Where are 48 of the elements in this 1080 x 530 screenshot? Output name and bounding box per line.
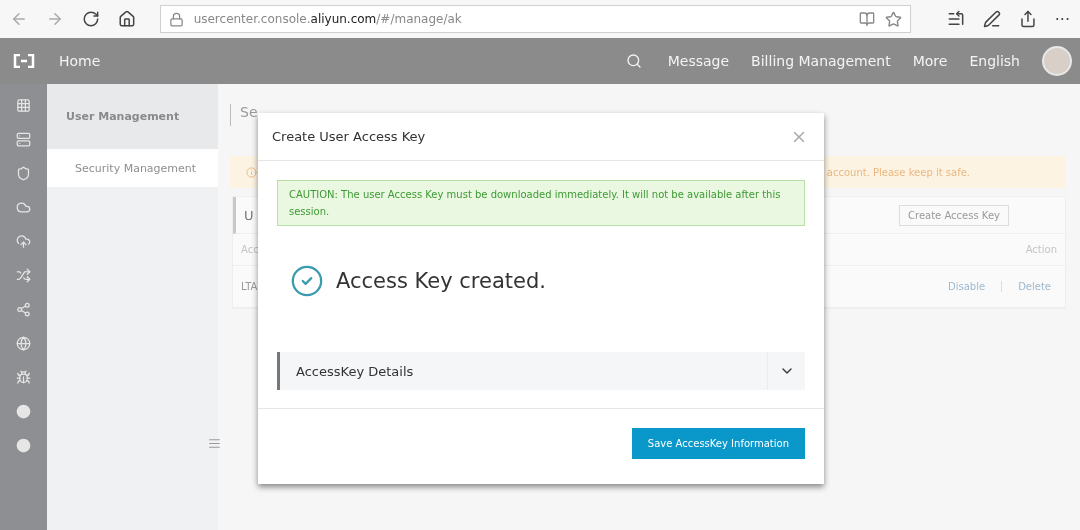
- circle-icon[interactable]: [16, 438, 31, 453]
- pen-icon[interactable]: [982, 10, 1001, 28]
- more-menu[interactable]: ···: [1054, 9, 1070, 29]
- nav-link[interactable]: Billing Management: [751, 53, 891, 69]
- row-action-link[interactable]: Delete: [1018, 281, 1051, 292]
- globe-icon[interactable]: [16, 336, 31, 351]
- shield-icon[interactable]: [16, 166, 31, 181]
- crossed-arrows-icon[interactable]: [16, 268, 31, 283]
- row-action-link[interactable]: Disable: [948, 281, 986, 292]
- nav-link[interactable]: More: [912, 53, 948, 69]
- dialog-title: Create User Access Key: [272, 129, 426, 144]
- caution-message: CAUTION: The user Access Key must be downloaded immediately. It will not be available after this session.: [277, 180, 805, 226]
- menu-icon[interactable]: [207, 436, 221, 450]
- home-icon[interactable]: [117, 10, 136, 28]
- network-icon[interactable]: [16, 302, 31, 317]
- logo-icon[interactable]: [12, 54, 35, 68]
- grid-icon[interactable]: [16, 98, 31, 113]
- address-bar[interactable]: usercenter.console.aliyun.com/#/manage/ak: [159, 5, 911, 33]
- cloud-upload-icon[interactable]: [16, 234, 31, 249]
- create-key-button[interactable]: Create Access Key: [899, 204, 1009, 226]
- nav-link[interactable]: English: [969, 53, 1020, 69]
- success-message: Access Key created.: [336, 269, 546, 293]
- server-icon[interactable]: [16, 132, 31, 147]
- favorites-icon[interactable]: [947, 10, 965, 28]
- check-circle-icon: [290, 264, 324, 298]
- reading-view-icon[interactable]: [859, 11, 875, 27]
- url-text: usercenter.console.aliyun.com/#/manage/ak: [193, 12, 463, 26]
- details-accordion[interactable]: AccessKey Details: [277, 352, 805, 390]
- search-icon[interactable]: [625, 53, 642, 69]
- table-title: U: [244, 207, 254, 223]
- star-icon[interactable]: [885, 10, 902, 28]
- refresh-icon[interactable]: [81, 10, 100, 28]
- info-icon: [246, 166, 257, 178]
- share-icon[interactable]: [1018, 10, 1037, 28]
- warning-text: account. Please keep it safe.: [826, 166, 970, 178]
- bug-icon[interactable]: [16, 370, 31, 385]
- circle-icon[interactable]: [16, 404, 31, 419]
- back-icon[interactable]: [10, 10, 28, 28]
- sidebar-item[interactable]: Security Management: [47, 149, 218, 187]
- cloud-icon[interactable]: [16, 200, 31, 215]
- save-button[interactable]: Save AccessKey Information: [631, 428, 805, 459]
- lock-icon: [168, 11, 184, 27]
- avatar[interactable]: [1042, 46, 1072, 76]
- page-heading: Se: [240, 104, 258, 120]
- table-cell: LTA: [241, 281, 258, 292]
- sidebar-title: User Management: [47, 84, 218, 149]
- nav-link[interactable]: Message: [667, 53, 730, 69]
- home-link[interactable]: Home: [59, 53, 101, 69]
